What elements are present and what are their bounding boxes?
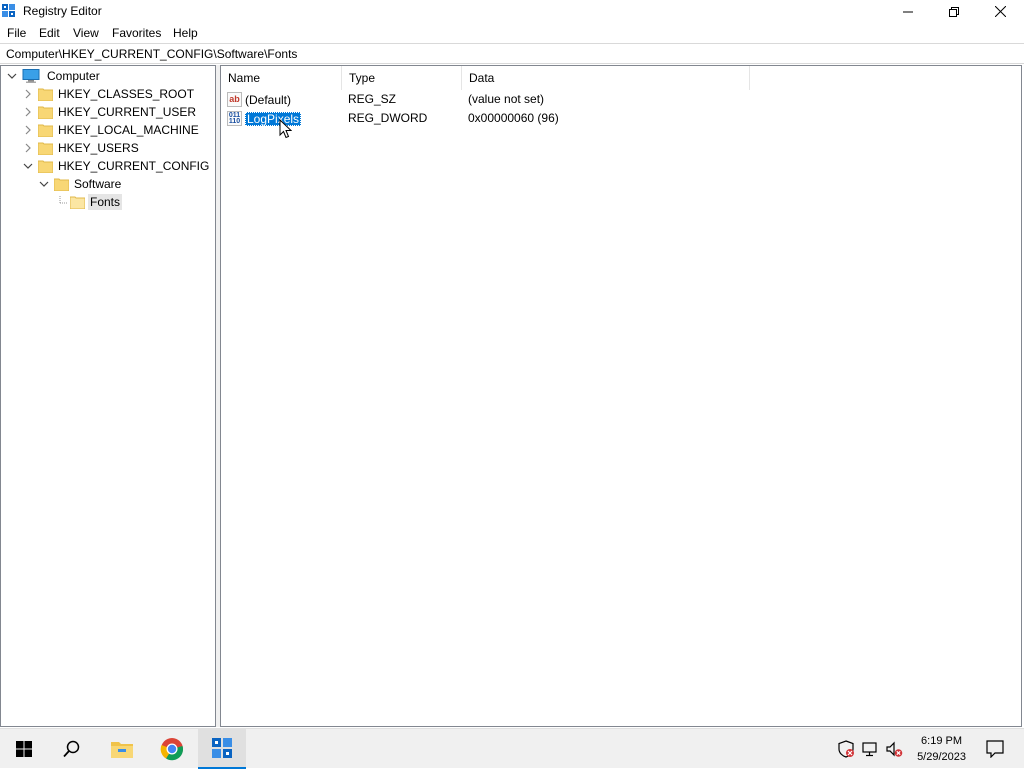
menu-file[interactable]: File (7, 26, 26, 40)
system-clock[interactable]: 6:19 PM 5/29/2023 (917, 733, 966, 765)
folder-icon (38, 106, 53, 119)
tree-connector (59, 196, 68, 204)
folder-open-icon (70, 196, 85, 209)
column-header-type[interactable]: Type (342, 66, 462, 90)
tree-item-label: HKEY_USERS (58, 141, 139, 155)
security-icon[interactable] (837, 740, 855, 758)
chevron-right-icon[interactable] (22, 106, 34, 118)
notification-icon (986, 740, 1004, 759)
tree-item-label: Software (74, 177, 122, 191)
chevron-right-icon[interactable] (22, 124, 34, 136)
chevron-down-icon[interactable] (38, 178, 50, 190)
tree-item-label: HKEY_LOCAL_MACHINE (58, 123, 199, 137)
computer-icon (22, 69, 40, 83)
column-header-name[interactable]: Name (221, 66, 342, 90)
tree-item-hkey-classes-root[interactable]: HKEY_CLASSES_ROOT (22, 85, 196, 103)
folder-icon (38, 142, 53, 155)
value-name: LogPixels (245, 111, 302, 126)
menu-help[interactable]: Help (173, 26, 198, 40)
close-icon (994, 6, 1006, 17)
title-bar: Registry Editor (0, 0, 1024, 23)
minimize-icon (903, 11, 913, 12)
network-icon[interactable] (861, 740, 879, 758)
tree-item-hkey-users[interactable]: HKEY_USERS (22, 139, 141, 157)
chevron-right-icon[interactable] (22, 88, 34, 100)
binary-value-icon: 011 110 (227, 111, 242, 126)
tree-item-label: Fonts (88, 194, 123, 210)
tree-item-hkey-local-machine[interactable]: HKEY_LOCAL_MACHINE (22, 121, 201, 139)
menu-favorites[interactable]: Favorites (112, 26, 161, 40)
name-cell: ab (Default) (227, 92, 291, 107)
folder-icon (54, 178, 69, 191)
tree-item-label: HKEY_CURRENT_USER (58, 105, 197, 119)
chrome-button[interactable] (148, 729, 196, 769)
volume-muted-icon[interactable] (885, 740, 903, 758)
folder-icon (38, 124, 53, 137)
file-explorer-button[interactable] (98, 729, 146, 769)
menu-bar: File Edit View Favorites Help (0, 23, 1024, 43)
start-button[interactable] (0, 729, 48, 769)
regedit-icon (212, 738, 232, 758)
regedit-icon (2, 4, 15, 17)
values-list[interactable]: Name Type Data ab (Default) REG_SZ (valu… (220, 65, 1022, 727)
tree-item-fonts[interactable]: Fonts (54, 193, 123, 211)
search-icon (63, 740, 80, 758)
tree-item-label: Computer (47, 69, 100, 83)
chevron-down-icon[interactable] (6, 70, 18, 82)
address-bar[interactable]: Computer\HKEY_CURRENT_CONFIG\Software\Fo… (0, 43, 1024, 64)
value-data: (value not set) (468, 92, 545, 106)
restore-button[interactable] (931, 0, 977, 23)
restore-icon (949, 6, 959, 17)
chrome-icon (160, 738, 184, 761)
start-icon (16, 741, 32, 757)
menu-edit[interactable]: Edit (39, 26, 60, 40)
mouse-cursor-icon (279, 119, 292, 139)
minimize-button[interactable] (885, 0, 931, 23)
clock-date: 5/29/2023 (917, 751, 966, 763)
window-title: Registry Editor (23, 4, 102, 18)
value-type: REG_SZ (348, 92, 397, 106)
tree-item-software[interactable]: Software (38, 175, 123, 193)
address-path[interactable]: Computer\HKEY_CURRENT_CONFIG\Software\Fo… (6, 47, 297, 61)
tree-item-hkey-current-user[interactable]: HKEY_CURRENT_USER (22, 103, 198, 121)
chevron-down-icon[interactable] (22, 160, 34, 172)
file-explorer-icon (111, 742, 133, 758)
tree-item-label: HKEY_CLASSES_ROOT (58, 87, 195, 101)
folder-icon (38, 160, 53, 173)
value-name: (Default) (245, 92, 292, 107)
column-header-data[interactable]: Data (462, 66, 750, 90)
chevron-right-icon[interactable] (22, 142, 34, 154)
tree-item-hkey-current-config[interactable]: HKEY_CURRENT_CONFIG (22, 157, 211, 175)
menu-view[interactable]: View (73, 26, 99, 40)
list-item[interactable]: ab (Default) REG_SZ (value not set) (221, 90, 1021, 109)
tree-item-computer[interactable]: Computer (6, 67, 102, 85)
search-button[interactable] (48, 729, 96, 769)
notification-button[interactable] (986, 740, 1004, 761)
tree-item-label: HKEY_CURRENT_CONFIG (58, 159, 210, 173)
value-type: REG_DWORD (348, 111, 428, 125)
close-button[interactable] (977, 0, 1023, 23)
key-tree[interactable]: Computer HKEY_CLASSES_ROOT HKEY_CURRENT_… (0, 65, 216, 727)
string-value-icon: ab (227, 92, 242, 107)
value-data: 0x00000060 (96) (468, 111, 559, 125)
list-item-selected[interactable]: 011 110 LogPixels REG_DWORD 0x00000060 (9… (221, 109, 1021, 128)
folder-icon (38, 88, 53, 101)
taskbar: 6:19 PM 5/29/2023 (0, 728, 1024, 769)
clock-time: 6:19 PM (921, 735, 963, 747)
regedit-taskbar-button[interactable] (198, 729, 246, 769)
